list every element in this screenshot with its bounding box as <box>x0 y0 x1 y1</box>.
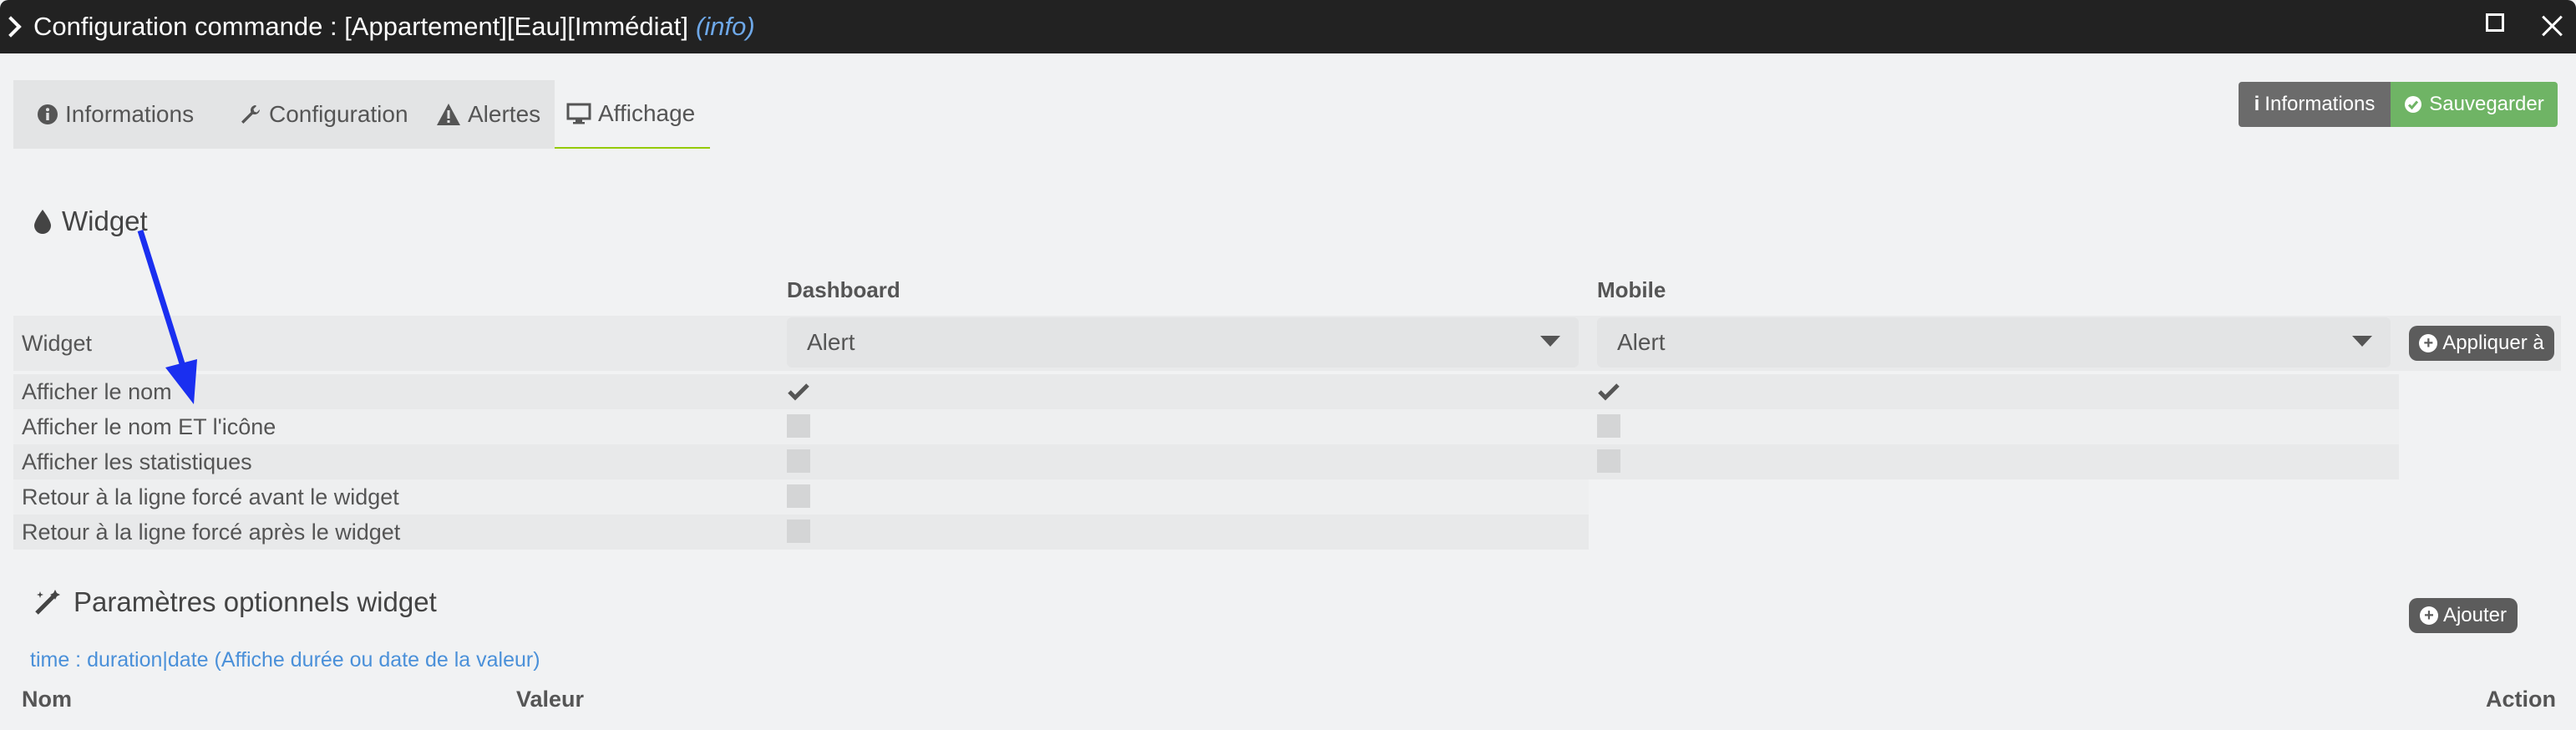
widget-row-label: Widget <box>22 331 93 356</box>
add-param-label: Ajouter <box>2442 604 2508 626</box>
add-param-button[interactable]: + Ajouter <box>2409 598 2518 633</box>
mobile-show-name-icon-checkbox[interactable] <box>1597 414 1620 438</box>
option-row-show-stats <box>13 444 2399 479</box>
mobile-widget-value: Alert <box>1617 329 1666 355</box>
magic-wand-icon <box>33 588 62 616</box>
tab-affichage[interactable]: Affichage <box>555 80 710 149</box>
window-titlebar: Configuration commande : [Appartement][E… <box>0 0 2576 53</box>
time-help-link[interactable]: time : duration|date (Affiche durée ou d… <box>30 648 540 672</box>
informations-button-label: Informations <box>2264 93 2376 115</box>
caret-down-icon <box>2352 336 2372 347</box>
info-circle-icon <box>37 104 58 125</box>
checkmark-icon <box>1598 383 1620 401</box>
tab-configuration-label: Configuration <box>269 101 408 127</box>
mobile-column-header: Mobile <box>1597 277 1666 302</box>
option-label: Retour à la ligne forcé après le widget <box>22 520 401 545</box>
apply-to-label: Appliquer à <box>2442 332 2544 354</box>
tab-configuration[interactable]: Configuration <box>239 80 408 149</box>
save-button-label: Sauvegarder <box>2429 93 2544 115</box>
informations-button[interactable]: i Informations <box>2239 82 2391 127</box>
checkmark-icon <box>788 383 809 401</box>
plus-circle-icon: + <box>2419 606 2438 625</box>
check-circle-icon <box>2404 95 2422 114</box>
dashboard-break-before-checkbox[interactable] <box>787 484 810 508</box>
tab-affichage-label: Affichage <box>598 100 696 126</box>
tab-alertes-label: Alertes <box>468 101 541 127</box>
col-header-value: Valeur <box>516 687 585 712</box>
window-title: Configuration commande : [Appartement][E… <box>33 12 689 41</box>
annotation-arrow <box>137 229 197 404</box>
dashboard-show-stats-checkbox[interactable] <box>787 449 810 473</box>
dashboard-break-after-checkbox[interactable] <box>787 520 810 543</box>
option-label: Afficher les statistiques <box>22 449 252 474</box>
apply-to-button[interactable]: + Appliquer à <box>2409 326 2554 361</box>
maximize-icon[interactable] <box>2486 13 2504 32</box>
window-title-info: (info) <box>696 12 755 41</box>
tab-informations[interactable]: Informations <box>37 80 194 149</box>
mobile-show-name-checkbox[interactable] <box>1597 380 1620 403</box>
col-header-action: Action <box>2486 687 2556 712</box>
dashboard-widget-select[interactable]: Alert <box>787 317 1579 368</box>
dashboard-column-header: Dashboard <box>787 277 900 302</box>
tab-informations-label: Informations <box>65 101 195 127</box>
info-icon: i <box>2254 93 2260 115</box>
wrench-icon <box>239 103 262 126</box>
close-icon[interactable] <box>2539 13 2564 38</box>
option-row-show-name <box>13 374 2399 409</box>
caret-down-icon <box>1540 336 1560 347</box>
mobile-show-stats-checkbox[interactable] <box>1597 449 1620 473</box>
save-button[interactable]: Sauvegarder <box>2391 82 2558 127</box>
tab-alertes[interactable]: Alertes <box>436 80 540 149</box>
chevron-right-icon[interactable] <box>0 16 22 38</box>
warning-icon <box>436 103 461 126</box>
mobile-widget-select[interactable]: Alert <box>1597 317 2391 368</box>
dashboard-widget-value: Alert <box>807 329 855 355</box>
option-label: Retour à la ligne forcé avant le widget <box>22 484 399 509</box>
option-row-show-name-icon <box>13 409 2399 444</box>
optional-params-title: Paramètres optionnels widget <box>33 586 437 618</box>
dashboard-show-name-icon-checkbox[interactable] <box>787 414 810 438</box>
monitor-icon <box>566 103 591 124</box>
dashboard-show-name-checkbox[interactable] <box>787 380 810 403</box>
drop-icon <box>33 209 52 234</box>
optional-params-title-text: Paramètres optionnels widget <box>74 586 437 617</box>
col-header-name: Nom <box>22 687 72 712</box>
plus-circle-icon: + <box>2419 334 2438 352</box>
